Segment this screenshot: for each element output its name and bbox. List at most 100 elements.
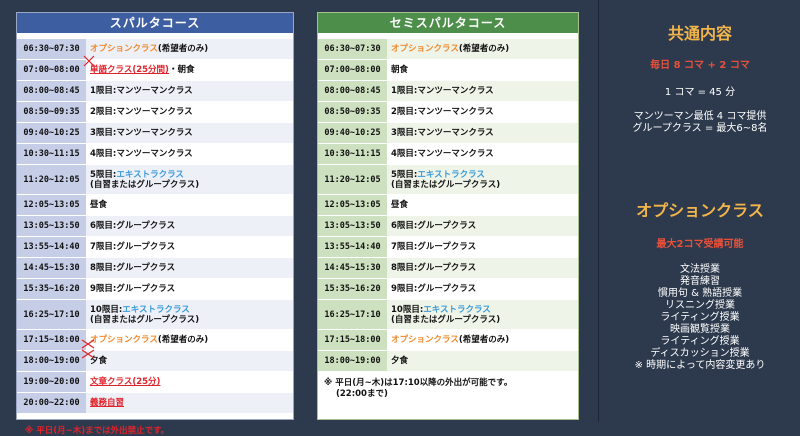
sparta-course-title: スパルタコース: [17, 13, 293, 33]
schedule-row: 12:05~13:05 昼食: [17, 195, 293, 216]
time-slot: 08:00~08:45: [318, 81, 387, 101]
time-slot: 06:30~07:30: [318, 39, 387, 59]
activity-line: 7限目:グループクラス: [391, 242, 578, 252]
time-slot: 20:00~22:00: [17, 393, 86, 413]
schedule-row: 20:00~22:00 義務自習: [17, 393, 293, 414]
schedule-row: 17:15~18:00 オプションクラス(希望者のみ): [17, 330, 293, 351]
activity-line: 8限目:グループクラス: [391, 263, 578, 273]
time-slot: 13:05~13:50: [318, 216, 387, 236]
activity-line: 夕食: [90, 356, 293, 366]
activity: 3限目:マンツーマンクラス: [387, 123, 578, 143]
time-slot: 07:00~08:00: [17, 60, 86, 80]
activity: オプションクラス(希望者のみ): [387, 330, 578, 350]
activity: 6限目:グループクラス: [387, 216, 578, 236]
time-slot: 18:00~19:00: [318, 351, 387, 371]
activity-line: 8限目:グループクラス: [90, 263, 293, 273]
activity-text: 5限目:: [90, 169, 117, 180]
activity-line2: (自習またはグループクラス): [391, 314, 501, 325]
activity-text: 単語クラス(25分間): [90, 65, 169, 75]
activity: 夕食: [387, 351, 578, 371]
activity-line: 義務自習: [90, 398, 293, 408]
time-slot: 16:25~17:10: [17, 300, 86, 329]
activity-line: 4限目:マンツーマンクラス: [90, 149, 293, 159]
schedule-row: 07:00~08:00 朝食: [318, 60, 578, 81]
activity-text: 10限目:: [391, 304, 424, 315]
activity-line: 3限目:マンツーマンクラス: [391, 128, 578, 138]
semi-sparta-note: ※ 平日(月~木)は17:10以降の外出が可能です。 (22:00まで): [318, 372, 578, 400]
time-slot: 13:05~13:50: [17, 216, 86, 236]
time-slot: 08:50~09:35: [318, 102, 387, 122]
schedule-row: 09:40~10:25 3限目:マンツーマンクラス: [318, 123, 578, 144]
time-slot: 18:00~19:00: [17, 351, 86, 371]
time-slot: 10:30~11:15: [17, 144, 86, 164]
activity-text: エキストラクラス: [116, 169, 184, 180]
activity-text: 4限目:マンツーマンクラス: [391, 149, 494, 159]
activity-text: 3限目:マンツーマンクラス: [391, 128, 494, 138]
option-item: ライティング授業: [660, 312, 740, 323]
activity: 2限目:マンツーマンクラス: [86, 102, 293, 122]
schedule-row: 06:30~07:30 オプションクラス(希望者のみ): [318, 39, 578, 60]
time-slot: 07:00~08:00: [318, 60, 387, 80]
activity-line: 昼食: [391, 200, 578, 210]
activity-line: 文章クラス(25分): [90, 377, 293, 387]
time-slot: 15:35~16:20: [318, 279, 387, 299]
activity: 昼食: [387, 195, 578, 215]
option-item: ※ 時期によって内容変更あり: [634, 360, 766, 371]
activity: 7限目:グループクラス: [86, 237, 293, 257]
schedule-row: 14:45~15:30 8限目:グループクラス: [17, 258, 293, 279]
time-slot: 13:55~14:40: [17, 237, 86, 257]
activity-line: 2限目:マンツーマンクラス: [90, 107, 293, 117]
activity-text: (希望者のみ): [458, 44, 510, 54]
activity-text: 1限目:マンツーマンクラス: [90, 86, 193, 96]
time-slot: 09:40~10:25: [17, 123, 86, 143]
activity-line: 5限目:エキストラクラス: [90, 170, 293, 180]
time-slot: 12:05~13:05: [17, 195, 86, 215]
common-title: 共通内容: [667, 24, 732, 43]
activity-line: 6限目:グループクラス: [391, 221, 578, 231]
activity-line: 5限目:エキストラクラス: [391, 170, 578, 180]
option-item: ディスカッション授業: [650, 348, 750, 359]
schedule-row: 15:35~16:20 9限目:グループクラス: [318, 279, 578, 300]
activity-text: オプションクラス: [391, 44, 459, 54]
time-slot: 08:50~09:35: [17, 102, 86, 122]
time-slot: 11:20~12:05: [17, 165, 86, 194]
activity-line: 1限目:マンツーマンクラス: [90, 86, 293, 96]
activity-text: 義務自習: [90, 398, 125, 408]
activity-text: 6限目:グループクラス: [90, 221, 176, 231]
schedule-row: 09:40~10:25 3限目:マンツーマンクラス: [17, 123, 293, 144]
activity-text: 1限目:マンツーマンクラス: [391, 86, 494, 96]
activity: 8限目:グループクラス: [387, 258, 578, 278]
option-title: オプションクラス: [636, 201, 764, 220]
activity-text: (希望者のみ): [458, 335, 510, 345]
time-slot: 15:35~16:20: [17, 279, 86, 299]
activity-line: 単語クラス(25分間)・朝食: [90, 65, 293, 75]
activity: 10限目:エキストラクラス (自習またはグループクラス): [387, 300, 578, 329]
schedule-row: 10:30~11:15 4限目:マンツーマンクラス: [17, 144, 293, 165]
activity: 5限目:エキストラクラス (自習またはグループクラス): [387, 165, 578, 194]
activity-text: 6限目:グループクラス: [391, 221, 477, 231]
activity: 朝食: [387, 60, 578, 80]
semi-sparta-course-panel: セミスパルタコース 06:30~07:30 オプションクラス(希望者のみ) 07:0…: [317, 12, 579, 420]
group-size: グループクラス = 最大6~8名: [632, 123, 768, 134]
schedule-row: 08:50~09:35 2限目:マンツーマンクラス: [17, 102, 293, 123]
activity-text: オプションクラス: [90, 335, 158, 345]
schedule-row: 13:55~14:40 7限目:グループクラス: [17, 237, 293, 258]
activity-text: (希望者のみ): [157, 44, 209, 54]
activity: 9限目:グループクラス: [387, 279, 578, 299]
activity-text: 2限目:マンツーマンクラス: [90, 107, 193, 117]
semi-note-line1: ※ 平日(月~木)は17:10以降の外出が可能です。: [324, 378, 513, 388]
time-slot: 19:00~20:00: [17, 372, 86, 392]
schedule-row: 15:35~16:20 9限目:グループクラス: [17, 279, 293, 300]
activity-line: 9限目:グループクラス: [391, 284, 578, 294]
schedule-row: 16:25~17:10 10限目:エキストラクラス (自習またはグループクラス): [318, 300, 578, 330]
option-item: ライティング授業: [660, 336, 740, 347]
activity-text: エキストラクラス: [423, 304, 491, 315]
schedule-row: 13:55~14:40 7限目:グループクラス: [318, 237, 578, 258]
semi-sparta-schedule: 06:30~07:30 オプションクラス(希望者のみ) 07:00~08:00 朝食 0…: [318, 33, 578, 372]
schedule-row: 18:00~19:00 夕食: [318, 351, 578, 372]
schedule-row: 14:45~15:30 8限目:グループクラス: [318, 258, 578, 279]
activity-line: 9限目:グループクラス: [90, 284, 293, 294]
activity: 昼食: [86, 195, 293, 215]
activity-text: 朝食: [391, 65, 409, 75]
mtm-min: マンツーマン最低 4 コマ提供: [633, 111, 767, 122]
